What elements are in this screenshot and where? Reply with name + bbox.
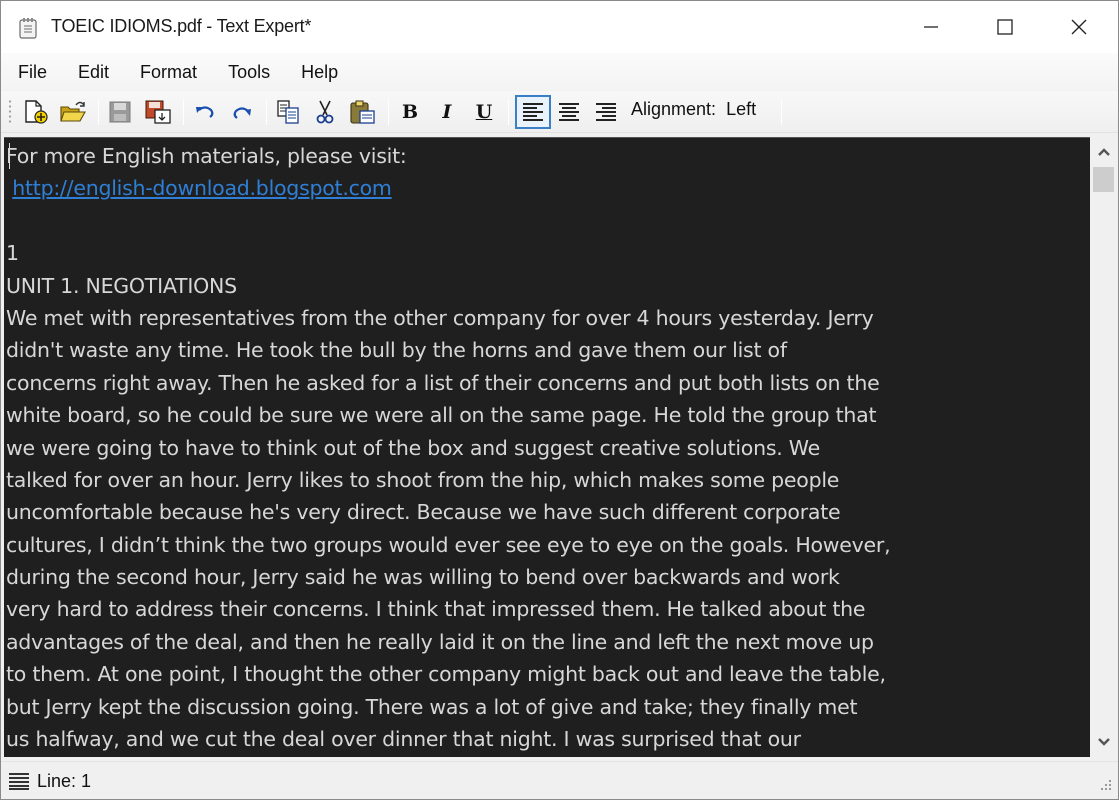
hyperlink[interactable]: http://english-download.blogspot.com (12, 176, 392, 200)
copy-button[interactable] (273, 97, 303, 127)
bold-button[interactable]: B (395, 97, 425, 127)
editor-line: concerns right away. Then he asked for a… (6, 370, 880, 395)
menu-help[interactable]: Help (301, 62, 338, 83)
menu-bar: File Edit Format Tools Help (1, 53, 1118, 91)
align-left-icon (523, 103, 543, 121)
minimize-button[interactable] (895, 1, 967, 53)
scrollbar-thumb[interactable] (1093, 167, 1114, 192)
resize-grip-icon[interactable] (1098, 779, 1112, 793)
alignment-value: Left (726, 99, 757, 119)
editor-line: but Jerry kept the discussion going. The… (6, 694, 858, 719)
undo-button[interactable] (190, 97, 220, 127)
open-file-button[interactable] (58, 97, 88, 127)
align-right-icon (596, 103, 616, 121)
maximize-button[interactable] (969, 1, 1041, 53)
align-left-button[interactable] (515, 95, 551, 129)
vertical-scrollbar[interactable] (1090, 137, 1117, 757)
close-icon (1071, 19, 1087, 35)
save-disk-icon (109, 101, 131, 123)
bold-icon: B (401, 101, 419, 123)
editor-line: cultures, I didn’t think the two groups … (6, 532, 891, 557)
lines-icon (9, 773, 29, 790)
editor-line: For more English materials, please visit… (6, 144, 407, 168)
scroll-up-button[interactable] (1090, 139, 1117, 165)
save-button[interactable] (105, 97, 135, 127)
editor-line: advantages of the deal, and then he real… (6, 629, 874, 654)
align-right-button[interactable] (591, 97, 621, 127)
toolbar-separator (183, 99, 184, 125)
toolbar-grip[interactable] (8, 99, 12, 125)
menu-file[interactable]: File (18, 62, 47, 83)
new-document-icon (25, 100, 48, 124)
alignment-status: Alignment: Left (631, 99, 756, 120)
align-center-icon (559, 103, 579, 121)
new-file-button[interactable] (20, 97, 50, 127)
editor-line: uncomfortable because he's very direct. … (6, 500, 841, 525)
editor-line: very hard to address their concerns. I t… (6, 597, 866, 622)
toolbar: B I U (1, 91, 1118, 133)
copy-icon (277, 100, 299, 124)
align-center-button[interactable] (554, 97, 584, 127)
line-indicator: Line: 1 (37, 771, 92, 791)
editor-line: during the second hour, Jerry said he wa… (6, 565, 840, 590)
maximize-icon (997, 19, 1013, 35)
redo-button[interactable] (227, 97, 257, 127)
editor-line: us halfway, and we cut the deal over din… (6, 727, 801, 752)
menu-format[interactable]: Format (140, 62, 197, 83)
italic-icon: I (442, 101, 452, 123)
scroll-down-button[interactable] (1090, 729, 1117, 755)
editor-line: We met with representatives from the oth… (6, 305, 874, 330)
alignment-label: Alignment: (631, 99, 717, 119)
app-window: TOEIC IDIOMS.pdf - Text Expert* File Edi… (0, 0, 1119, 800)
menu-tools[interactable]: Tools (228, 62, 270, 83)
editor-line: UNIT 1. NEGOTIATIONS (6, 273, 237, 298)
notepad-icon (19, 18, 37, 39)
editor-line: white board, so he could be sure we were… (6, 403, 877, 428)
title-bar: TOEIC IDIOMS.pdf - Text Expert* (1, 1, 1118, 53)
scissors-icon (316, 100, 334, 124)
toolbar-separator (98, 99, 99, 125)
toolbar-separator (388, 99, 389, 125)
menu-edit[interactable]: Edit (78, 62, 109, 83)
toolbar-separator (508, 99, 509, 125)
editor-content[interactable]: For more English materials, please visit… (6, 140, 1086, 755)
window-title: TOEIC IDIOMS.pdf - Text Expert* (51, 16, 312, 36)
editor-line: we were going to have to think out of th… (6, 435, 820, 460)
toolbar-separator (781, 99, 782, 125)
editor-line: talked for over an hour. Jerry likes to … (6, 467, 840, 492)
status-bar: Line: 1 (1, 761, 1118, 799)
underline-button[interactable]: U (469, 97, 499, 127)
editor-line: didn't waste any time. He took the bull … (6, 338, 787, 363)
paste-clipboard-icon (350, 100, 375, 124)
editor-line: http://english-download.blogspot.com (6, 172, 1086, 204)
open-folder-icon (60, 101, 86, 122)
chevron-down-icon (1097, 738, 1110, 746)
close-button[interactable] (1043, 1, 1115, 53)
save-as-button[interactable] (143, 97, 173, 127)
chevron-up-icon (1097, 148, 1110, 156)
undo-icon (196, 106, 214, 118)
save-as-icon (145, 100, 171, 124)
redo-icon (233, 107, 251, 119)
underline-icon: U (475, 101, 493, 123)
cut-button[interactable] (310, 97, 340, 127)
paste-button[interactable] (347, 97, 377, 127)
text-editor[interactable]: For more English materials, please visit… (4, 137, 1090, 757)
italic-button[interactable]: I (432, 97, 462, 127)
toolbar-separator (266, 99, 267, 125)
minimize-icon (924, 26, 938, 28)
editor-line: 1 (6, 241, 19, 266)
editor-line: to them. At one point, I thought the oth… (6, 662, 886, 687)
